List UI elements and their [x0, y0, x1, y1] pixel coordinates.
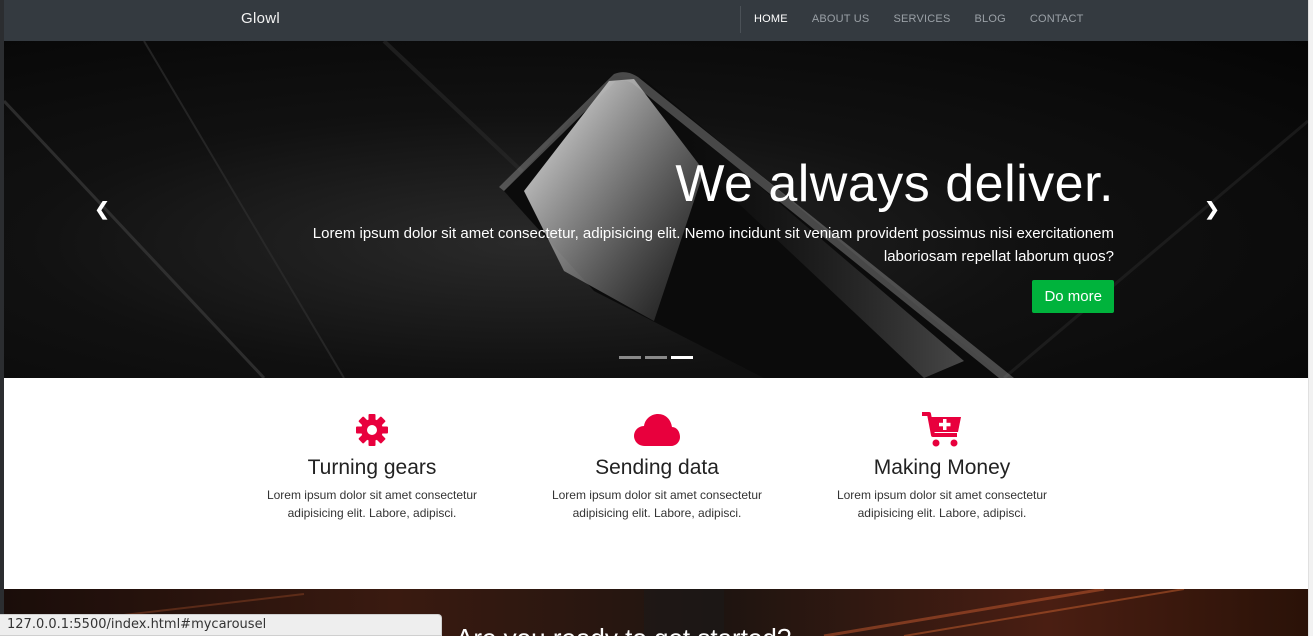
carousel-indicator-1[interactable] — [619, 356, 641, 359]
brand-logo[interactable]: Glowl — [241, 10, 280, 27]
nav-item-blog[interactable]: BLOG — [974, 13, 1005, 25]
carousel-text: Lorem ipsum dolor sit amet consectetur, … — [312, 225, 1114, 265]
nav-item-contact[interactable]: CONTACT — [1030, 13, 1084, 25]
feature-title: Sending data — [595, 456, 719, 479]
nav-item-services[interactable]: SERVICES — [893, 13, 950, 25]
feature-text: Lorem ipsum dolor sit amet consectetur a… — [551, 488, 763, 520]
nav-item-about-us[interactable]: ABOUT US — [812, 13, 870, 25]
feature-making-money: Making Money Lorem ipsum dolor sit amet … — [812, 410, 1072, 522]
nav-divider — [740, 6, 741, 33]
navbar: Glowl HOME ABOUT US SERVICES BLOG CONTAC… — [4, 0, 1308, 41]
cta-heading: Are you ready to get started? — [456, 623, 791, 636]
window-scrollbar[interactable] — [1308, 0, 1313, 636]
feature-title: Making Money — [873, 456, 1011, 479]
feature-title: Turning gears — [307, 456, 437, 479]
carousel-next-button[interactable]: ❯ — [1202, 199, 1222, 219]
feature-text: Lorem ipsum dolor sit amet consectetur a… — [836, 488, 1048, 520]
browser-status-bar: 127.0.0.1:5500/index.html#mycarousel — [0, 614, 442, 636]
carousel-heading: We always deliver. — [675, 155, 1114, 213]
carousel-prev-button[interactable]: ❮ — [92, 199, 112, 219]
features-section: Turning gears Lorem ipsum dolor sit amet… — [4, 378, 1308, 589]
cloud-icon — [527, 410, 787, 450]
chevron-right-icon: ❯ — [1204, 199, 1220, 219]
chevron-left-icon: ❮ — [94, 199, 110, 219]
cart-plus-icon — [812, 410, 1072, 450]
gear-icon — [242, 410, 502, 450]
do-more-button[interactable]: Do more — [1032, 280, 1114, 313]
nav-item-home[interactable]: HOME — [754, 13, 788, 25]
carousel-indicators — [619, 356, 693, 359]
feature-turning-gears: Turning gears Lorem ipsum dolor sit amet… — [242, 410, 502, 522]
hero-carousel: ❮ ❯ We always deliver. Lorem ipsum dolor… — [4, 41, 1308, 378]
nav-menu: HOME ABOUT US SERVICES BLOG CONTACT — [754, 13, 1108, 25]
feature-sending-data: Sending data Lorem ipsum dolor sit amet … — [527, 410, 787, 522]
carousel-indicator-3[interactable] — [671, 356, 693, 359]
carousel-caption: We always deliver. Lorem ipsum dolor sit… — [254, 151, 1114, 313]
carousel-indicator-2[interactable] — [645, 356, 667, 359]
feature-text: Lorem ipsum dolor sit amet consectetur a… — [266, 488, 478, 520]
